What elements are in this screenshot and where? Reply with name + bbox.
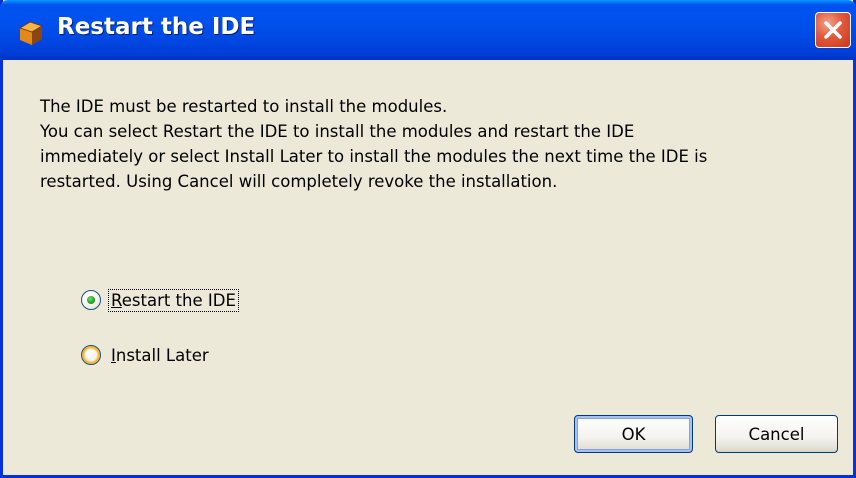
ok-button[interactable]: OK xyxy=(574,415,693,453)
mnemonic-letter: R xyxy=(111,290,122,310)
close-button[interactable] xyxy=(815,12,851,48)
label-text: nstall Later xyxy=(115,345,209,365)
message-line: immediately or select Install Later to i… xyxy=(40,147,708,166)
label-text: estart the IDE xyxy=(121,290,236,310)
radio-button-selected[interactable] xyxy=(81,290,101,310)
radio-selected-dot xyxy=(87,296,95,304)
radio-button[interactable] xyxy=(81,345,101,365)
close-x-icon xyxy=(824,21,842,39)
message-text: The IDE must be restarted to install the… xyxy=(40,94,830,194)
message-line: The IDE must be restarted to install the… xyxy=(40,97,448,116)
dialog-window: Restart the IDE The IDE must be restarte… xyxy=(0,0,856,478)
message-line: restarted. Using Cancel will completely … xyxy=(40,172,558,191)
cancel-button[interactable]: Cancel xyxy=(715,415,838,453)
restart-ide-option[interactable]: Restart the IDE xyxy=(81,287,239,313)
title-bar[interactable]: Restart the IDE xyxy=(0,0,856,60)
message-line: You can select Restart the IDE to instal… xyxy=(40,122,635,141)
window-title: Restart the IDE xyxy=(57,14,256,40)
install-later-label[interactable]: Install Later xyxy=(109,345,211,366)
netbeans-cube-icon xyxy=(19,21,43,45)
install-later-option[interactable]: Install Later xyxy=(81,342,211,368)
restart-ide-label[interactable]: Restart the IDE xyxy=(108,288,239,312)
